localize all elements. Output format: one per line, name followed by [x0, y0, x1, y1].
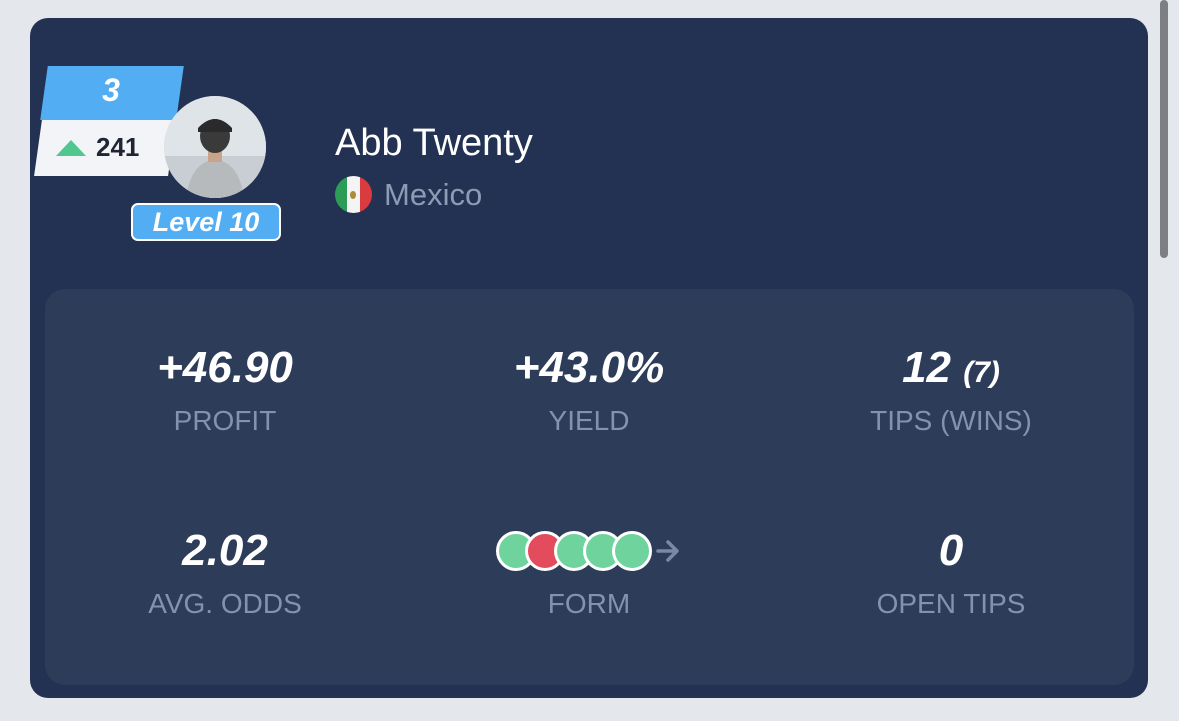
- tips-label: TIPS (WINS): [870, 405, 1032, 436]
- triangle-up-icon: [56, 139, 86, 156]
- open-tips-label: OPEN TIPS: [876, 588, 1026, 619]
- stat-form: FORM: [439, 524, 739, 620]
- stats-panel: +46.90 PROFIT +43.0% YIELD 12 (7) TIPS (…: [45, 289, 1134, 685]
- yield-value: +43.0%: [513, 343, 665, 392]
- level-badge: Level 10: [131, 203, 281, 241]
- avg-odds-label: AVG. ODDS: [148, 588, 302, 619]
- mexico-flag-icon: [335, 176, 372, 213]
- avatar[interactable]: [164, 96, 266, 198]
- user-name: Abb Twenty: [335, 122, 533, 164]
- form-indicator: [439, 524, 739, 578]
- open-tips-value: 0: [938, 526, 964, 575]
- form-result-win-dot: [612, 531, 652, 571]
- tips-value: 12: [902, 343, 952, 392]
- rank-badge: 3 241: [34, 66, 184, 178]
- rank-change-value: 241: [96, 132, 140, 162]
- rank-change: 241: [56, 132, 139, 163]
- rank-number: 3: [102, 72, 120, 108]
- country-name: Mexico: [384, 176, 483, 212]
- scrollbar[interactable]: [1160, 0, 1168, 258]
- stat-yield: +43.0% YIELD: [439, 341, 739, 437]
- stat-tips: 12 (7) TIPS (WINS): [801, 341, 1101, 437]
- stat-avg-odds: 2.02 AVG. ODDS: [75, 524, 375, 620]
- country: Mexico: [335, 176, 482, 213]
- yield-label: YIELD: [548, 405, 630, 436]
- form-label: FORM: [547, 588, 631, 619]
- profit-value: +46.90: [157, 343, 293, 392]
- stat-profit: +46.90 PROFIT: [75, 341, 375, 437]
- tips-wins: (7): [963, 356, 1000, 389]
- profit-label: PROFIT: [173, 405, 277, 436]
- stat-open-tips: 0 OPEN TIPS: [801, 524, 1101, 620]
- arrow-right-icon: [656, 540, 679, 562]
- avg-odds-value: 2.02: [182, 526, 268, 575]
